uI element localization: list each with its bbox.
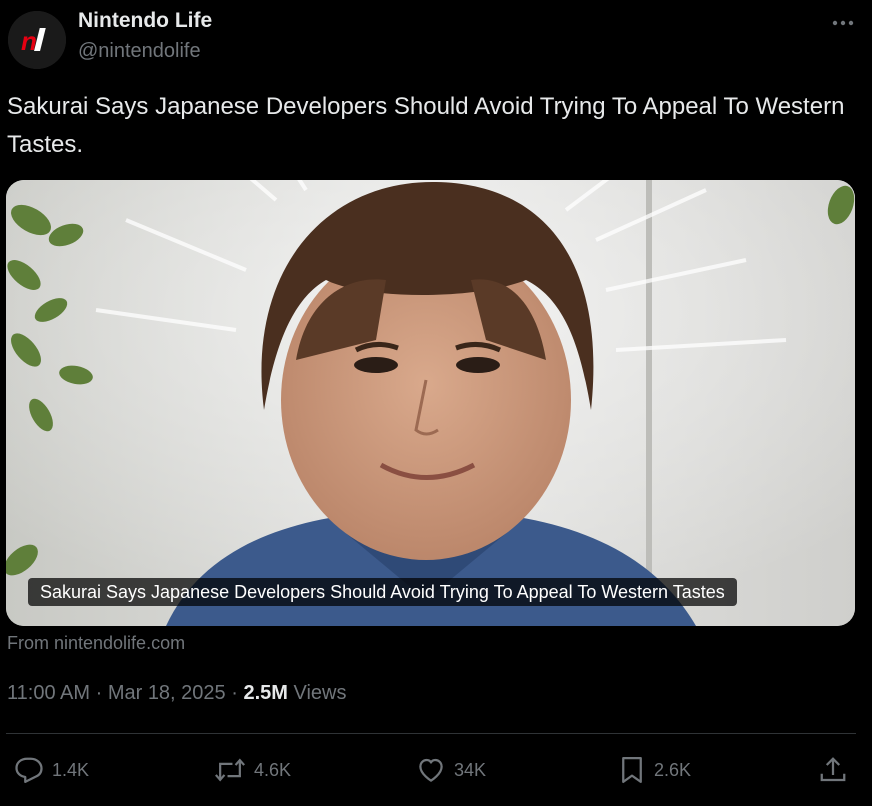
like-button[interactable]: 34K <box>416 754 486 786</box>
divider <box>6 733 856 734</box>
repost-button[interactable]: 4.6K <box>214 754 291 786</box>
author-handle[interactable]: @nintendolife <box>78 40 201 63</box>
repost-icon <box>215 758 245 782</box>
post-meta: 11:00 AM · Mar 18, 2025 · 2.5M Views <box>7 682 346 705</box>
like-count: 34K <box>454 759 487 780</box>
views-count: 2.5M <box>243 682 288 704</box>
svg-text:n: n <box>21 26 37 56</box>
post-date[interactable]: Mar 18, 2025 <box>108 682 226 704</box>
avatar[interactable]: n <box>8 11 66 69</box>
reply-count: 1.4K <box>52 759 90 780</box>
post-text: Sakurai Says Japanese Developers Should … <box>7 93 845 158</box>
bookmark-button[interactable]: 2.6K <box>618 754 691 786</box>
bookmark-icon <box>622 757 642 783</box>
views-label: Views <box>293 682 347 704</box>
bookmark-count: 2.6K <box>654 759 692 780</box>
post-time[interactable]: 11:00 AM <box>7 682 90 704</box>
meta-separator: · <box>231 682 244 704</box>
media-caption: Sakurai Says Japanese Developers Should … <box>28 578 737 606</box>
heart-icon <box>419 758 443 782</box>
share-button[interactable] <box>818 754 856 786</box>
more-options-icon[interactable] <box>828 8 858 38</box>
link-card-image[interactable]: Sakurai Says Japanese Developers Should … <box>6 180 855 626</box>
source-link[interactable]: From nintendolife.com <box>7 633 185 654</box>
reply-button[interactable]: 1.4K <box>14 754 89 786</box>
reply-icon <box>15 757 43 783</box>
nintendo-life-logo-icon: n <box>8 11 66 69</box>
share-icon <box>820 757 846 782</box>
meta-separator: · <box>95 682 108 704</box>
portrait-photo <box>6 180 855 626</box>
author-name[interactable]: Nintendo Life <box>78 9 212 33</box>
repost-count: 4.6K <box>254 759 292 780</box>
